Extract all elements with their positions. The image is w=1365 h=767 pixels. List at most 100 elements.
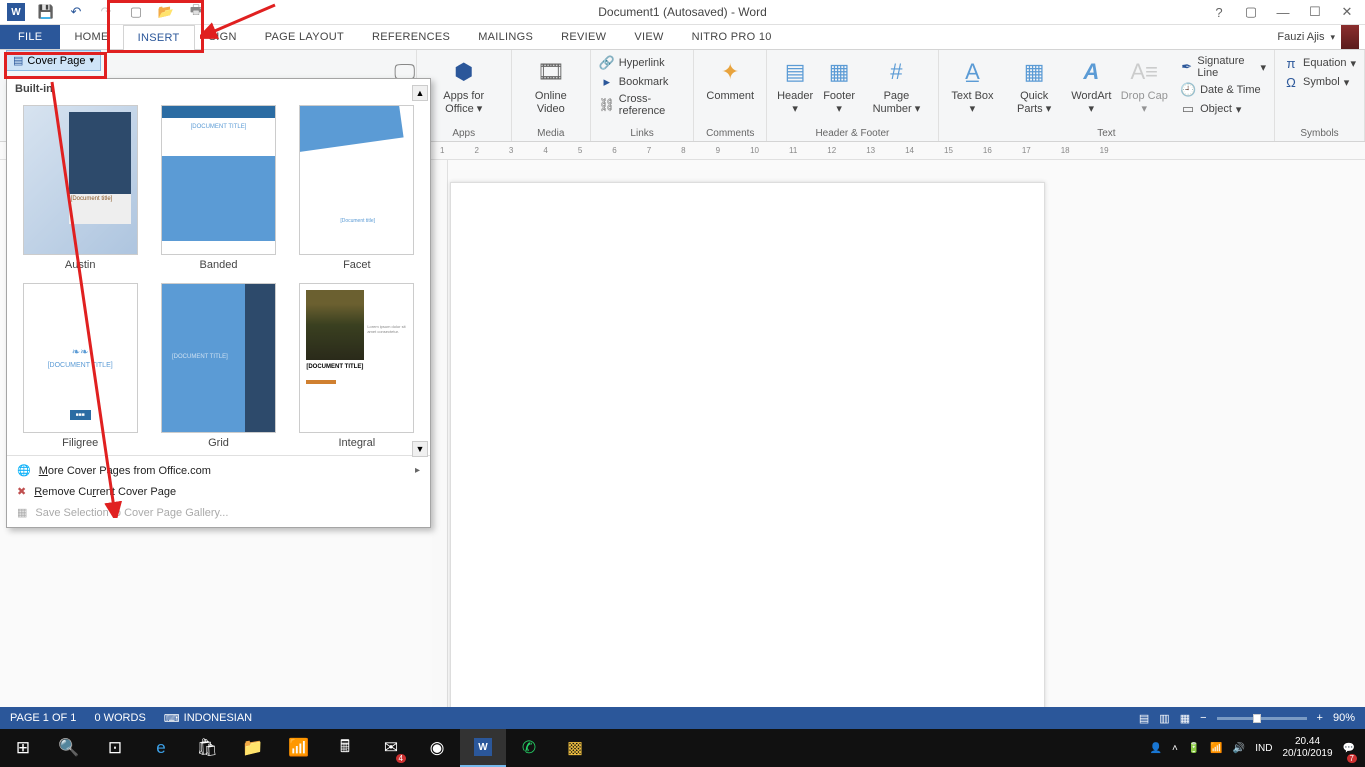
new-icon[interactable]: ▢ bbox=[126, 2, 146, 22]
online-video-button[interactable]: 🎞 Online Video bbox=[520, 54, 582, 117]
tab-nitro[interactable]: NITRO PRO 10 bbox=[678, 25, 786, 49]
page-number-button[interactable]: # Page Number ▾ bbox=[863, 54, 930, 117]
view-read-mode-icon[interactable]: ▤ bbox=[1139, 712, 1149, 725]
mail-icon[interactable]: ✉4 bbox=[368, 729, 414, 767]
tab-insert[interactable]: INSERT bbox=[123, 25, 195, 50]
gallery-scroll-down[interactable]: ▼ bbox=[412, 441, 428, 457]
system-clock[interactable]: 20.44 20/10/2019 bbox=[1282, 736, 1332, 760]
gallery-item-facet[interactable]: [Document title] Facet bbox=[294, 105, 420, 271]
group-header-footer: ▤ Header▾ ▦ Footer▾ # Page Number ▾ Head… bbox=[767, 50, 939, 141]
print-icon[interactable]: 🖶 bbox=[186, 2, 206, 22]
hyperlink-button[interactable]: 🔗Hyperlink bbox=[599, 54, 686, 72]
quick-parts-button[interactable]: ▦ Quick Parts ▾ bbox=[1002, 54, 1066, 117]
gallery-more-office[interactable]: 🌐 More Cover Pages from Office.com ▸ bbox=[7, 460, 430, 481]
cover-page-dropdown[interactable]: ▤ Cover Page ▾ bbox=[6, 50, 101, 71]
zoom-in-icon[interactable]: + bbox=[1317, 712, 1323, 724]
cover-page-gallery: Built-in ▲ [Document title] Austin [DOCU… bbox=[6, 78, 431, 528]
globe-icon: 🌐 bbox=[17, 464, 31, 477]
undo-icon[interactable]: ↶ bbox=[66, 2, 86, 22]
zoom-out-icon[interactable]: − bbox=[1200, 712, 1206, 724]
chrome-icon[interactable]: ◉ bbox=[414, 729, 460, 767]
equation-button[interactable]: πEquation ▾ bbox=[1283, 54, 1356, 72]
close-icon[interactable]: ✕ bbox=[1335, 2, 1359, 22]
status-bar: PAGE 1 OF 1 0 WORDS ⌨INDONESIAN ▤ ▥ ▦ − … bbox=[0, 707, 1365, 729]
status-language[interactable]: ⌨INDONESIAN bbox=[164, 712, 252, 725]
drop-cap-button[interactable]: A≡ Drop Cap ▾ bbox=[1116, 54, 1172, 117]
tab-mailings[interactable]: MAILINGS bbox=[464, 25, 547, 49]
people-icon[interactable]: 👤 bbox=[1150, 743, 1162, 754]
ime-language[interactable]: IND bbox=[1255, 743, 1272, 754]
help-icon[interactable]: ? bbox=[1207, 2, 1231, 22]
account-user[interactable]: Fauzi Ajis ▾ bbox=[1277, 25, 1359, 49]
object-button[interactable]: ▭Object ▾ bbox=[1180, 100, 1266, 118]
gallery-item-banded[interactable]: [DOCUMENT TITLE] Banded bbox=[155, 105, 281, 271]
document-page[interactable] bbox=[450, 182, 1045, 711]
save-gallery-icon: ▦ bbox=[17, 506, 27, 519]
tab-review[interactable]: REVIEW bbox=[547, 25, 620, 49]
status-words[interactable]: 0 WORDS bbox=[94, 712, 145, 724]
apps-for-office-button[interactable]: ⬢ Apps for Office ▾ bbox=[425, 54, 503, 117]
avatar bbox=[1341, 25, 1359, 49]
volume-icon[interactable]: 🔊 bbox=[1233, 743, 1245, 754]
signature-line-button[interactable]: ✒Signature Line ▾ bbox=[1180, 54, 1266, 80]
gallery-save-selection: ▦ Save Selection to Cover Page Gallery..… bbox=[7, 502, 430, 523]
tab-view[interactable]: VIEW bbox=[620, 25, 677, 49]
vertical-ruler bbox=[432, 160, 448, 711]
symbol-button[interactable]: ΩSymbol ▾ bbox=[1283, 73, 1356, 91]
action-center-icon[interactable]: 💬7 bbox=[1343, 743, 1355, 754]
wifi-app-icon[interactable]: 📶 bbox=[276, 729, 322, 767]
edge-icon[interactable]: e bbox=[138, 729, 184, 767]
tab-design[interactable]: SIGN bbox=[195, 25, 251, 49]
zoom-level[interactable]: 90% bbox=[1333, 712, 1355, 724]
gallery-item-filigree[interactable]: ❧❧[DOCUMENT TITLE]■■■ Filigree bbox=[17, 283, 143, 449]
store-icon[interactable]: 🛍 bbox=[184, 729, 230, 767]
battery-icon[interactable]: 🔋 bbox=[1188, 743, 1200, 754]
quick-access-toolbar: W 💾 ↶ ↷ ▢ 📂 🖶 bbox=[0, 2, 206, 22]
gallery-remove-current[interactable]: ✖ Remove Current Cover Page bbox=[7, 481, 430, 502]
save-icon[interactable]: 💾 bbox=[36, 2, 56, 22]
open-icon[interactable]: 📂 bbox=[156, 2, 176, 22]
text-box-button[interactable]: A̲ Text Box ▾ bbox=[947, 54, 998, 117]
date-time-button[interactable]: 🕘Date & Time bbox=[1180, 81, 1266, 99]
bookmark-button[interactable]: ▸Bookmark bbox=[599, 73, 686, 91]
tab-references[interactable]: REFERENCES bbox=[358, 25, 464, 49]
search-icon[interactable]: 🔍 bbox=[46, 729, 92, 767]
status-page[interactable]: PAGE 1 OF 1 bbox=[10, 712, 76, 724]
windows-taskbar: ⊞ 🔍 ⊡ e 🛍 📁 📶 🖩 ✉4 ◉ W ✆ ▩ 👤 ˄ 🔋 📶 🔊 IND… bbox=[0, 729, 1365, 767]
network-icon[interactable]: 📶 bbox=[1210, 743, 1222, 754]
minimize-icon[interactable]: — bbox=[1271, 2, 1295, 22]
word-taskbar-icon[interactable]: W bbox=[460, 729, 506, 767]
word-icon: W bbox=[6, 2, 26, 22]
gallery-item-austin[interactable]: [Document title] Austin bbox=[17, 105, 143, 271]
gallery-item-integral[interactable]: [DOCUMENT TITLE]Lorem ipsum dolor sit am… bbox=[294, 283, 420, 449]
start-button[interactable]: ⊞ bbox=[0, 729, 46, 767]
tab-home[interactable]: HOME bbox=[60, 25, 122, 49]
explorer-icon[interactable]: 📁 bbox=[230, 729, 276, 767]
tray-chevron-icon[interactable]: ˄ bbox=[1172, 743, 1178, 754]
view-web-layout-icon[interactable]: ▦ bbox=[1180, 712, 1190, 725]
sticky-notes-icon[interactable]: ▩ bbox=[552, 729, 598, 767]
calculator-icon[interactable]: 🖩 bbox=[322, 729, 368, 767]
task-view-icon[interactable]: ⊡ bbox=[92, 729, 138, 767]
gallery-scroll-up[interactable]: ▲ bbox=[412, 85, 428, 101]
group-text: A̲ Text Box ▾ ▦ Quick Parts ▾ A WordArt▾… bbox=[939, 50, 1275, 141]
user-name: Fauzi Ajis bbox=[1277, 31, 1324, 43]
gallery-item-grid[interactable]: [DOCUMENT TITLE] Grid bbox=[155, 283, 281, 449]
zoom-slider[interactable] bbox=[1217, 717, 1307, 720]
ribbon-tabs: FILE HOME INSERT SIGN PAGE LAYOUT REFERE… bbox=[0, 25, 1365, 50]
view-print-layout-icon[interactable]: ▥ bbox=[1159, 712, 1169, 725]
comment-button[interactable]: ✦ Comment bbox=[702, 54, 758, 105]
tab-page-layout[interactable]: PAGE LAYOUT bbox=[251, 25, 358, 49]
window-title: Document1 (Autosaved) - Word bbox=[598, 5, 767, 19]
ribbon-options-icon[interactable]: ▢ bbox=[1239, 2, 1263, 22]
whatsapp-icon[interactable]: ✆ bbox=[506, 729, 552, 767]
group-comments: ✦ Comment Comments bbox=[694, 50, 767, 141]
maximize-icon[interactable]: ☐ bbox=[1303, 2, 1327, 22]
header-button[interactable]: ▤ Header▾ bbox=[775, 54, 815, 117]
wordart-button[interactable]: A WordArt▾ bbox=[1070, 54, 1112, 117]
tab-file[interactable]: FILE bbox=[0, 25, 60, 49]
redo-icon[interactable]: ↷ bbox=[96, 2, 116, 22]
group-links: 🔗Hyperlink ▸Bookmark ⛓Cross-reference Li… bbox=[591, 50, 695, 141]
cross-reference-button[interactable]: ⛓Cross-reference bbox=[599, 92, 686, 118]
footer-button[interactable]: ▦ Footer▾ bbox=[819, 54, 859, 117]
